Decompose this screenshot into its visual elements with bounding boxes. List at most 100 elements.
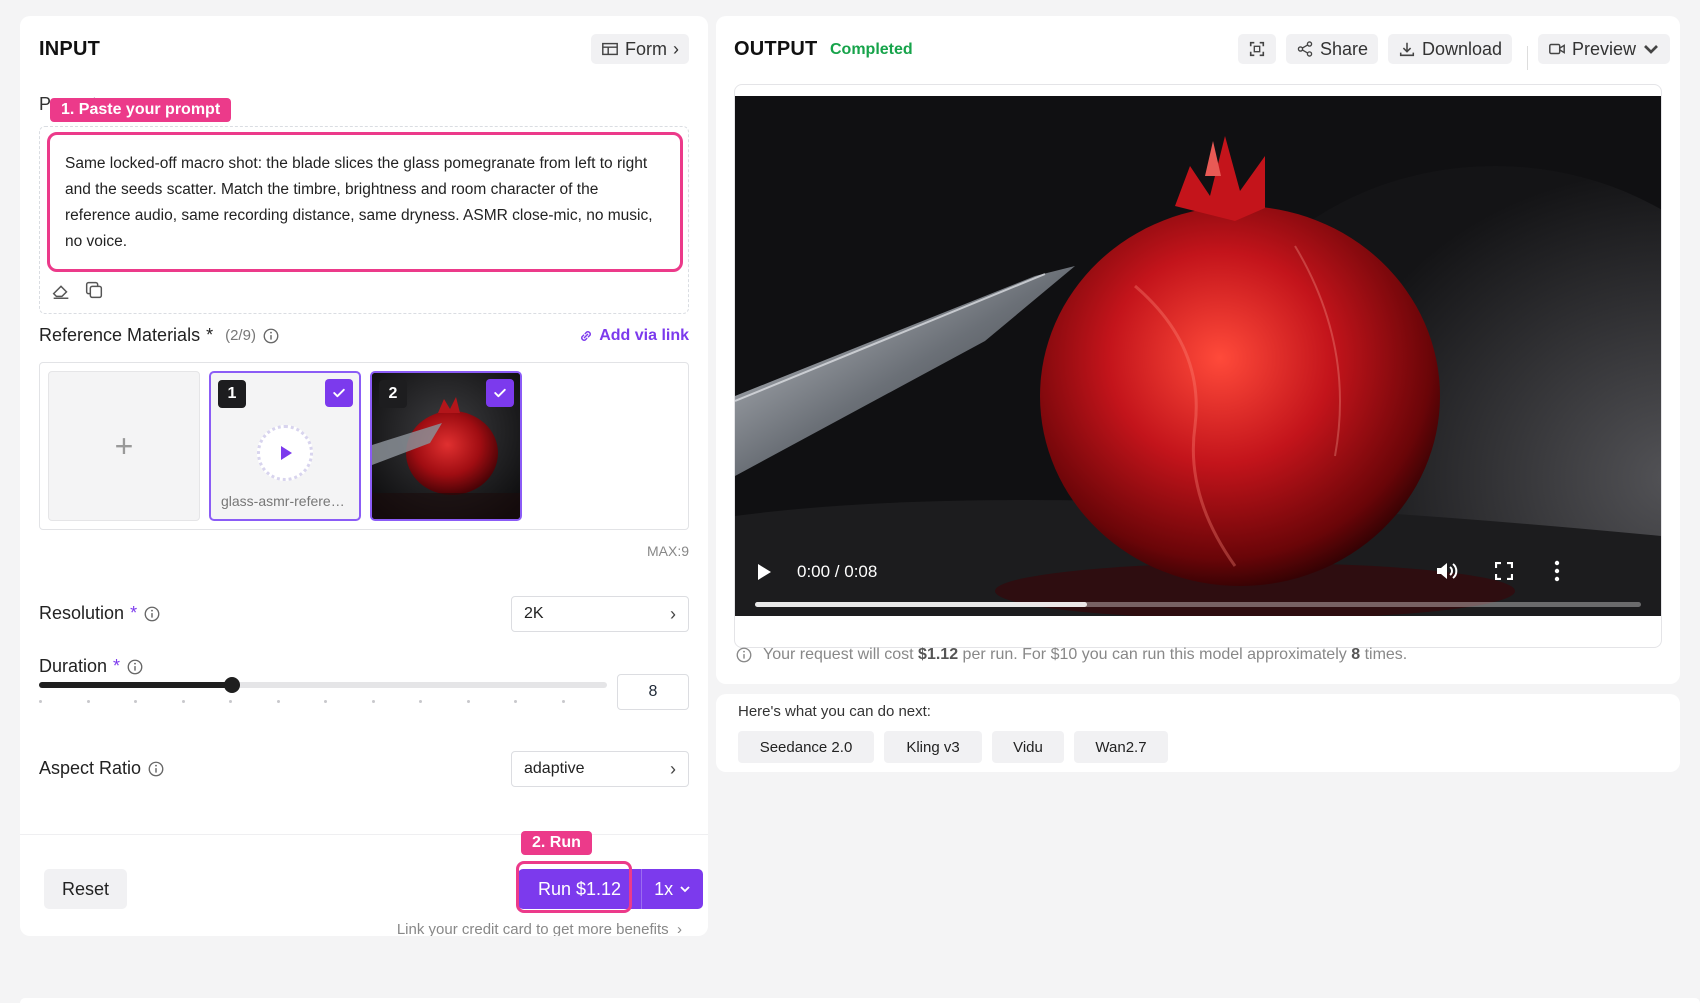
check-icon[interactable] <box>486 379 514 407</box>
fit-screen-button[interactable] <box>1238 34 1276 64</box>
add-via-link[interactable]: Add via link <box>578 327 689 345</box>
info-icon[interactable] <box>147 760 165 778</box>
cost-prefix: Your request will cost <box>763 646 914 663</box>
volume-icon[interactable] <box>1435 560 1459 582</box>
video-progress[interactable] <box>755 602 1641 607</box>
slider-tick <box>134 700 137 703</box>
output-panel: OUTPUT Completed Share Download Preview <box>716 16 1680 684</box>
preview-dropdown[interactable]: Preview <box>1538 34 1671 64</box>
reset-button[interactable]: Reset <box>44 869 128 909</box>
bottom-strip <box>20 998 1700 1003</box>
required-mark: * <box>206 325 214 345</box>
resolution-label: Resolution * <box>39 603 161 624</box>
slider-tick <box>514 700 517 703</box>
form-button[interactable]: Form › <box>591 34 689 64</box>
cost-note: Your request will cost $1.12 per run. Fo… <box>735 646 1407 664</box>
video-controls: 0:00 / 0:08 <box>735 526 1661 616</box>
reference-number: 1 <box>218 380 246 408</box>
slider-tick <box>39 700 42 703</box>
reference-label: Reference Materials * (2/9) <box>39 325 280 346</box>
credit-card-link[interactable]: Link your credit card to get more benefi… <box>397 921 682 936</box>
prompt-textarea[interactable]: Same locked-off macro shot: the blade sl… <box>47 132 683 272</box>
reference-item-image[interactable]: 2 <box>370 371 522 521</box>
fit-screen-icon <box>1249 41 1265 57</box>
video-progress-fill <box>755 602 1088 607</box>
slider-tick <box>181 700 185 703</box>
duration-slider[interactable] <box>39 677 607 693</box>
aspect-ratio-label: Aspect Ratio <box>39 758 165 779</box>
reference-item-audio[interactable]: 1 glass-asmr-reference <box>209 371 361 521</box>
next-steps-title: Here's what you can do next: <box>738 703 931 720</box>
credit-note-text: Link your credit card to get more benefi… <box>396 921 669 936</box>
input-title: INPUT <box>39 38 100 60</box>
cost-times: 8 <box>1351 646 1361 663</box>
input-panel: INPUT Form › Prompt Same locked-off macr… <box>20 16 708 936</box>
reference-count: (2/9) <box>225 327 256 344</box>
info-icon[interactable] <box>126 658 144 676</box>
slider-tick <box>276 700 280 703</box>
chevron-down-icon <box>1644 45 1658 54</box>
check-icon[interactable] <box>325 379 353 407</box>
step2-tag: 2. Run <box>521 831 592 855</box>
slider-tick <box>419 700 422 703</box>
input-footer: Reset 2. Run Run $1.12 1x Link your cred… <box>20 831 708 936</box>
model-chip[interactable]: Vidu <box>992 731 1064 763</box>
video-player[interactable]: 0:00 / 0:08 <box>735 96 1661 616</box>
download-button[interactable]: Download <box>1388 34 1513 64</box>
eraser-icon[interactable] <box>50 279 74 303</box>
toolbar-divider <box>1527 46 1528 70</box>
aspect-ratio-select[interactable]: adaptive › <box>511 751 689 787</box>
duration-label-text: Duration <box>39 656 108 676</box>
aspect-ratio-label-text: Aspect Ratio <box>39 758 142 778</box>
info-icon <box>736 647 752 663</box>
reference-filename: glass-asmr-reference <box>221 493 349 509</box>
model-chip[interactable]: Seedance 2.0 <box>738 731 874 763</box>
model-chip[interactable]: Wan2.7 <box>1074 731 1168 763</box>
link-icon <box>581 331 592 341</box>
model-chip[interactable]: Kling v3 <box>884 731 982 763</box>
play-icon[interactable] <box>755 562 773 582</box>
multiplier-value: 1x <box>654 878 674 899</box>
play-icon[interactable] <box>257 425 313 481</box>
required-mark: * <box>130 603 138 623</box>
video-time: 0:00 / 0:08 <box>797 562 878 581</box>
share-button[interactable]: Share <box>1286 34 1379 64</box>
aspect-ratio-value: adaptive <box>524 760 585 777</box>
more-options-icon[interactable] <box>1553 560 1561 582</box>
chevron-right-icon: › <box>673 38 679 59</box>
info-icon[interactable] <box>143 605 161 623</box>
fullscreen-icon[interactable] <box>1495 562 1513 580</box>
video-camera-icon <box>1549 43 1565 55</box>
multiplier-dropdown[interactable]: 1x <box>641 869 704 909</box>
next-steps-panel: Here's what you can do next: Seedance 2.… <box>716 694 1680 772</box>
chevron-right-icon: › <box>672 921 682 936</box>
cost-suffix: times. <box>1364 646 1408 663</box>
preview-button-label: Preview <box>1572 38 1637 59</box>
slider-tick <box>561 700 565 703</box>
slider-tick <box>86 700 90 703</box>
add-reference-tile[interactable]: + <box>48 371 200 521</box>
cost-middle: per run. For $10 you can run this model … <box>962 646 1347 663</box>
info-icon[interactable] <box>262 327 280 345</box>
duration-input[interactable]: 8 <box>617 674 689 710</box>
duration-label: Duration * <box>39 656 144 677</box>
chevron-down-icon <box>680 886 690 893</box>
share-icon <box>1297 41 1313 57</box>
table-icon <box>602 42 618 56</box>
slider-tick <box>371 700 375 703</box>
max-note: MAX:9 <box>646 543 689 559</box>
form-button-label: Form <box>625 38 667 59</box>
copy-icon[interactable] <box>83 279 107 303</box>
add-via-link-label: Add via link <box>599 327 689 344</box>
chevron-right-icon: › <box>670 758 676 779</box>
share-button-label: Share <box>1320 38 1369 59</box>
duration-slider-thumb[interactable] <box>224 677 241 693</box>
slider-tick <box>324 700 327 703</box>
reference-label-text: Reference Materials <box>39 325 201 345</box>
plus-icon: + <box>114 427 134 464</box>
required-mark: * <box>113 656 121 676</box>
resolution-select[interactable]: 2K › <box>511 596 689 632</box>
slider-tick <box>229 700 232 703</box>
download-icon <box>1399 42 1415 57</box>
resolution-value: 2K <box>524 605 544 622</box>
